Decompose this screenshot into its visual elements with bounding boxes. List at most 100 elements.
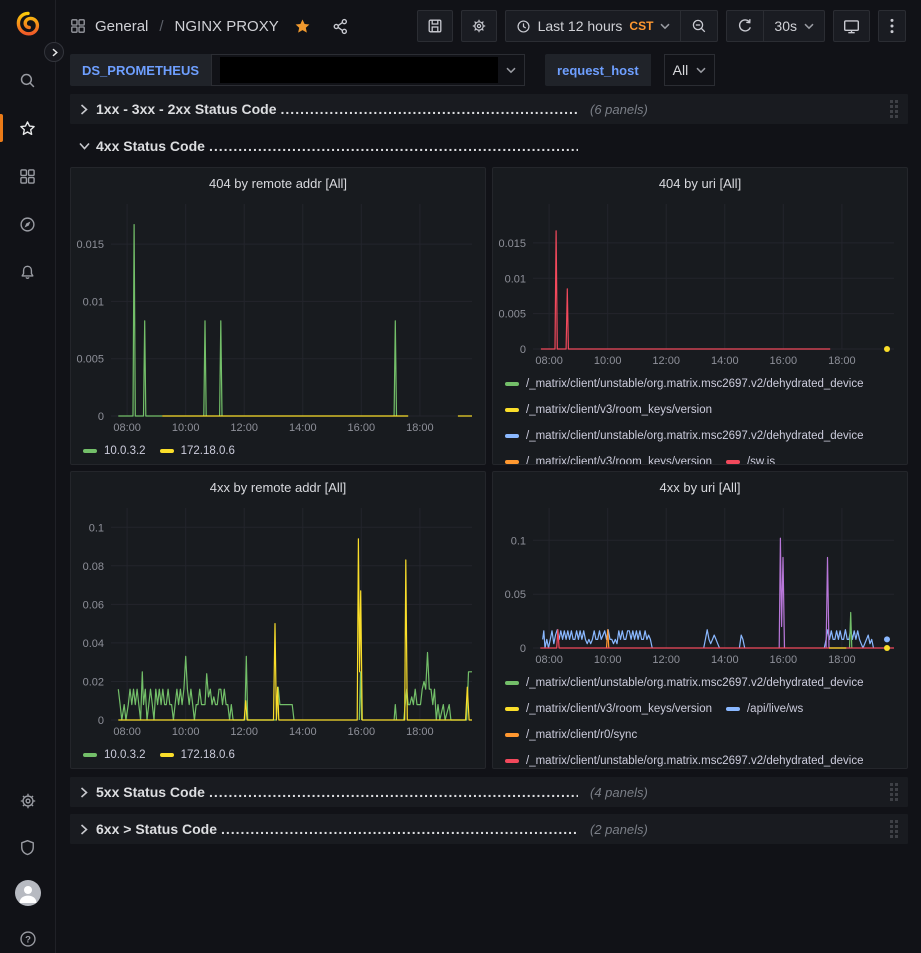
- sidebar-item-configuration[interactable]: [0, 787, 56, 815]
- sidebar-item-server-admin[interactable]: [0, 833, 56, 861]
- chevron-down-icon: [76, 142, 92, 150]
- refresh-button[interactable]: [727, 11, 763, 41]
- series-color-swatch: [160, 753, 174, 757]
- variable-label-ds-prometheus[interactable]: DS_PROMETHEUS: [70, 54, 211, 86]
- row-header-5xx[interactable]: 5xx Status Code ........................…: [70, 777, 908, 807]
- legend-item[interactable]: 10.0.3.2: [83, 441, 146, 461]
- apps-icon[interactable]: [70, 18, 86, 34]
- svg-text:0.08: 0.08: [83, 561, 104, 573]
- legend-item[interactable]: /_matrix/client/unstable/org.matrix.msc2…: [505, 751, 864, 768]
- favorite-star-icon[interactable]: [294, 18, 311, 35]
- legend-label: /_matrix/client/r0/sync: [526, 729, 637, 741]
- svg-text:0.02: 0.02: [83, 677, 104, 689]
- svg-text:0.06: 0.06: [83, 599, 104, 611]
- breadcrumb-separator: /: [159, 18, 163, 35]
- time-range-label: Last 12 hours: [538, 18, 623, 34]
- legend-item[interactable]: /_matrix/client/r0/sync: [505, 725, 637, 745]
- variable-label-request-host[interactable]: request_host: [545, 54, 651, 86]
- legend-item[interactable]: /sw.js: [726, 452, 775, 464]
- legend-item[interactable]: 172.18.0.6: [160, 745, 235, 765]
- svg-text:12:00: 12:00: [652, 355, 680, 367]
- time-series-chart[interactable]: 08:0010:0012:0014:0016:0018:0000.0050.01…: [71, 198, 485, 436]
- svg-text:12:00: 12:00: [230, 422, 258, 434]
- zoom-out-button[interactable]: [681, 11, 717, 41]
- help-icon: ?: [19, 930, 37, 948]
- svg-text:16:00: 16:00: [770, 355, 798, 367]
- svg-text:0.04: 0.04: [83, 638, 104, 650]
- save-dashboard-button[interactable]: [417, 10, 453, 42]
- sidebar-item-search[interactable]: [0, 66, 56, 94]
- more-options-button[interactable]: [878, 10, 906, 42]
- series-color-swatch: [505, 460, 519, 464]
- dashboard-settings-button[interactable]: [461, 10, 497, 42]
- chevron-right-icon: [76, 104, 92, 115]
- svg-text:18:00: 18:00: [406, 726, 434, 738]
- row-drag-handle-icon[interactable]: [890, 783, 898, 801]
- svg-text:0.005: 0.005: [498, 309, 526, 321]
- row-header-4xx[interactable]: 4xx Status Code ........................…: [70, 131, 908, 161]
- sidebar-item-alerting[interactable]: [0, 258, 56, 286]
- legend-label: /_matrix/client/v3/room_keys/version: [526, 404, 712, 416]
- legend-label: 10.0.3.2: [104, 445, 146, 457]
- legend-item[interactable]: /_matrix/client/v3/room_keys/version: [505, 400, 712, 420]
- clock-icon: [516, 19, 531, 34]
- series-color-swatch: [505, 434, 519, 438]
- svg-text:08:00: 08:00: [113, 726, 141, 738]
- toolbar: Last 12 hours CST: [417, 10, 906, 42]
- panel-title[interactable]: 404 by uri [All]: [493, 168, 907, 198]
- series-color-swatch: [505, 759, 519, 763]
- sidebar-item-dashboards[interactable]: [0, 162, 56, 190]
- legend-item[interactable]: /_matrix/client/unstable/org.matrix.msc2…: [505, 374, 864, 394]
- row-header-6xx[interactable]: 6xx > Status Code ......................…: [70, 814, 908, 844]
- row-panel-count: (4 panels): [590, 785, 648, 800]
- row-title: 4xx Status Code ........................…: [96, 138, 578, 154]
- kebab-menu-icon: [890, 18, 894, 34]
- row-drag-handle-icon[interactable]: [890, 100, 898, 118]
- share-icon[interactable]: [332, 18, 349, 35]
- time-range-picker[interactable]: Last 12 hours CST: [506, 11, 681, 41]
- cycle-view-mode-button[interactable]: [833, 10, 870, 42]
- panels-grid: 404 by remote addr [All] 08:0010:0012:00…: [70, 167, 908, 769]
- sidebar-item-explore[interactable]: [0, 210, 56, 238]
- legend-label: /_matrix/client/unstable/org.matrix.msc2…: [526, 755, 864, 767]
- refresh-interval-picker[interactable]: 30s: [764, 11, 824, 41]
- svg-text:18:00: 18:00: [406, 422, 434, 434]
- variable-value-ds-prometheus[interactable]: [211, 54, 525, 86]
- panel-legend: 10.0.3.2 172.18.0.6: [71, 740, 485, 765]
- panel-title[interactable]: 404 by remote addr [All]: [71, 168, 485, 198]
- svg-text:0.05: 0.05: [505, 589, 526, 601]
- time-series-chart[interactable]: 08:0010:0012:0014:0016:0018:0000.050.1: [493, 502, 907, 668]
- svg-text:0: 0: [98, 411, 104, 423]
- sidebar-item-profile[interactable]: [0, 879, 56, 907]
- svg-text:18:00: 18:00: [828, 654, 856, 666]
- sidebar-item-starred[interactable]: [0, 114, 56, 142]
- legend-item[interactable]: /_matrix/client/v3/room_keys/version: [505, 699, 712, 719]
- legend-item[interactable]: /_matrix/client/unstable/org.matrix.msc2…: [505, 426, 864, 446]
- legend-item[interactable]: /_matrix/client/v3/room_keys/version: [505, 452, 712, 464]
- page-title[interactable]: NGINX PROXY: [175, 18, 279, 35]
- svg-text:0: 0: [520, 643, 526, 655]
- svg-text:14:00: 14:00: [289, 726, 317, 738]
- svg-text:08:00: 08:00: [535, 355, 563, 367]
- grafana-logo-icon[interactable]: [12, 8, 44, 40]
- row-header-1xx[interactable]: 1xx - 3xx - 2xx Status Code ............…: [70, 94, 908, 124]
- svg-text:0.01: 0.01: [505, 273, 526, 285]
- sidebar-item-help[interactable]: ?: [0, 925, 56, 953]
- panel-title[interactable]: 4xx by remote addr [All]: [71, 472, 485, 502]
- legend-item[interactable]: /api/live/ws: [726, 699, 803, 719]
- sidebar: ?: [0, 0, 56, 953]
- sidebar-expand-button[interactable]: [44, 42, 64, 62]
- time-series-chart[interactable]: 08:0010:0012:0014:0016:0018:0000.0050.01…: [493, 198, 907, 369]
- row-title: 5xx Status Code ........................…: [96, 784, 578, 800]
- svg-text:16:00: 16:00: [348, 422, 376, 434]
- breadcrumb-section[interactable]: General: [95, 18, 148, 35]
- star-icon: [19, 120, 36, 137]
- legend-item[interactable]: 172.18.0.6: [160, 441, 235, 461]
- time-series-chart[interactable]: 08:0010:0012:0014:0016:0018:0000.020.040…: [71, 502, 485, 740]
- legend-item[interactable]: /_matrix/client/unstable/org.matrix.msc2…: [505, 673, 864, 693]
- variable-value-request-host[interactable]: All: [664, 54, 716, 86]
- main-area: General / NGINX PROXY La: [57, 0, 921, 953]
- row-drag-handle-icon[interactable]: [890, 820, 898, 838]
- legend-item[interactable]: 10.0.3.2: [83, 745, 146, 765]
- panel-title[interactable]: 4xx by uri [All]: [493, 472, 907, 502]
